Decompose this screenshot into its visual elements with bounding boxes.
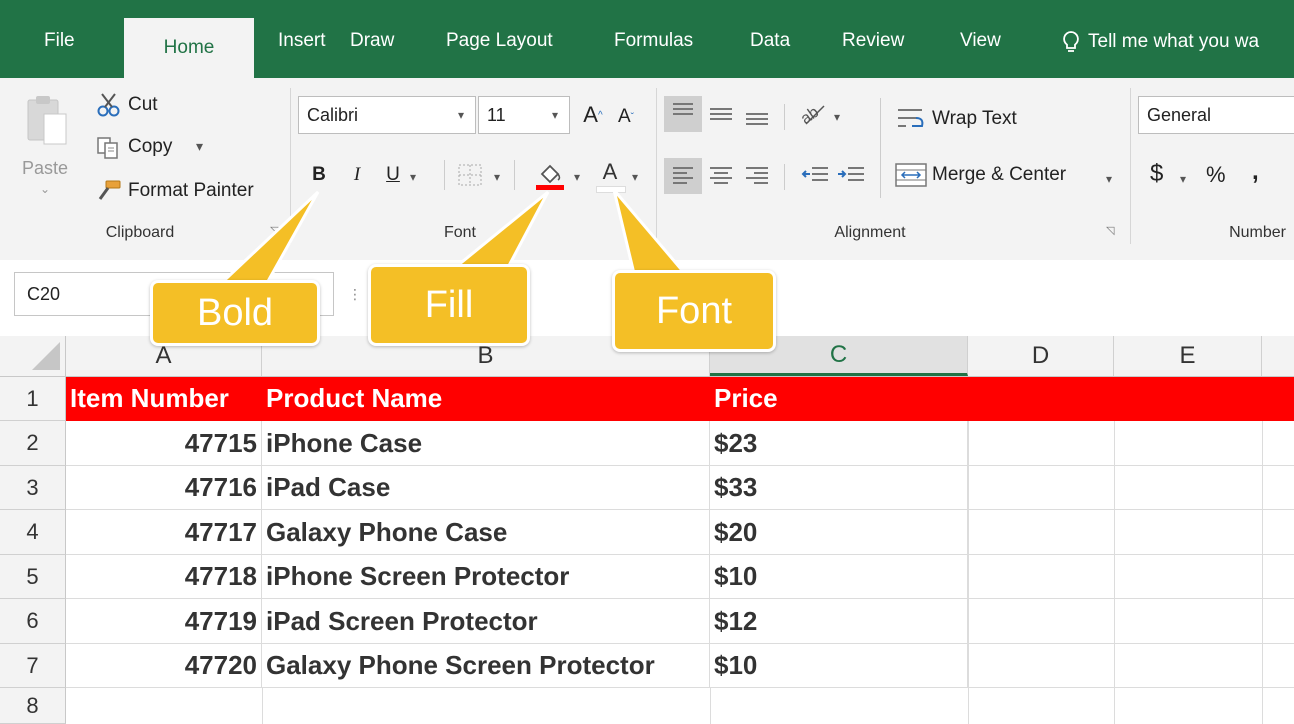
callout-font: Font (612, 270, 776, 352)
callout-font-text: Font (655, 289, 733, 332)
callout-pointers (208, 189, 696, 294)
callout-bold-text: Bold (196, 291, 274, 334)
callout-fill-text: Fill (424, 283, 474, 326)
callout-bold: Bold (150, 280, 320, 346)
callout-fill: Fill (368, 264, 530, 346)
